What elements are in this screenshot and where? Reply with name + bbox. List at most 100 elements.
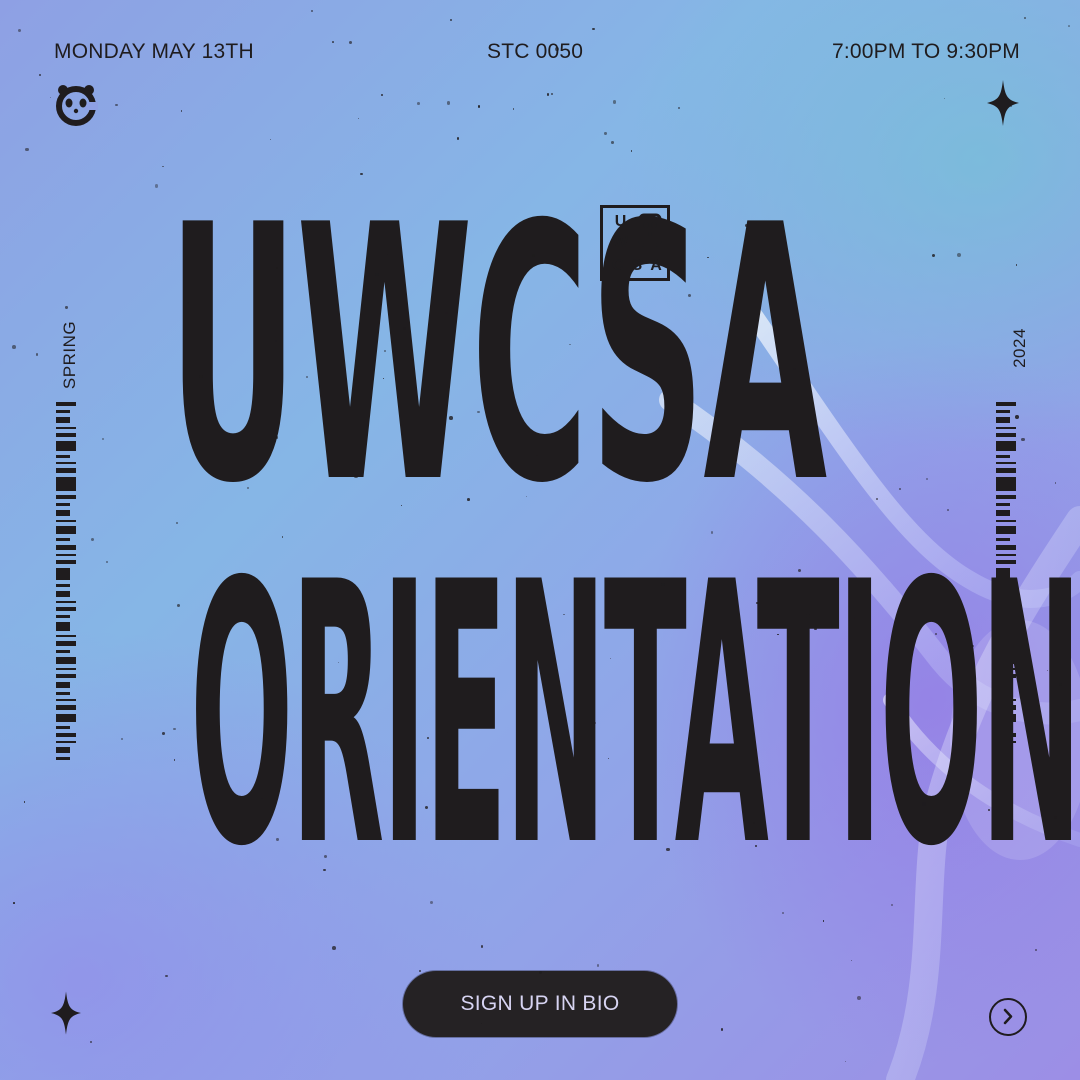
barcode-bar [56,714,76,722]
speck [409,582,413,585]
barcode-bar [56,607,76,611]
barcode-bar [56,455,70,458]
speck [357,118,360,120]
barcode-bar [996,441,1016,451]
barcode-bar [996,402,1016,406]
speck [655,363,660,368]
barcode-bar [56,477,76,491]
speck [490,812,492,814]
headline-line-2: ORIENTATION [190,506,1080,925]
speck [177,604,181,608]
speck [782,912,784,914]
barcode-bar [56,591,70,597]
barcode-bar [56,584,70,587]
badge-letter-w: W [612,233,629,251]
speck [121,738,124,741]
speck [181,110,183,112]
speck [875,497,878,500]
speck [898,487,902,491]
speck [247,487,249,489]
speck [331,945,336,950]
speck [39,74,42,77]
barcode-bar [56,468,76,473]
speck [531,253,535,257]
speck [604,132,607,135]
speck [276,838,279,841]
speck [13,902,15,904]
speck [23,801,25,803]
speck [115,103,119,107]
barcode-bar [996,427,1016,429]
barcode-bar [56,568,70,580]
barcode-bar [56,657,76,664]
speck [477,410,480,414]
barcode-bar [56,682,70,688]
barcode-bar [56,427,76,429]
sign-up-button[interactable]: SIGN UP IN BIO [403,971,677,1037]
speck [806,614,810,618]
speck [323,854,327,858]
barcode-bar [56,495,76,499]
speck [349,40,353,44]
speck [173,727,177,731]
barcode-bar [996,477,1016,491]
speck [802,737,806,742]
speck [310,10,314,13]
barcode-bar [56,641,76,646]
barcode-bar [56,692,70,695]
speck [456,137,460,141]
speck [957,252,961,257]
barcode-bar [996,495,1016,499]
barcode-bar [56,538,70,541]
event-date: MONDAY MAY 13TH [54,40,254,63]
speck [538,970,542,974]
barcode-bar [996,417,1010,423]
year-label: 2024 [1010,328,1030,368]
speck [35,353,39,356]
speck [49,96,52,99]
barcode-bar [56,601,76,603]
speck [101,437,105,441]
barcode-bar [56,741,76,743]
barcode-bar [56,510,70,516]
speck [25,147,29,151]
barcode-bar [996,468,1016,473]
speck [63,1005,65,1007]
barcode-bar [56,462,76,464]
speck [1021,437,1025,442]
barcode-bar [996,433,1016,437]
event-time: 7:00PM TO 9:30PM [831,40,1020,63]
speck [512,108,515,110]
speck [419,970,422,973]
speck [710,530,714,534]
badge-letter-u: U [614,212,627,230]
barcode-bar [56,503,70,506]
speck [435,814,439,818]
speck [275,436,279,439]
speck [480,945,484,948]
barcode-bar [56,650,70,653]
speck [270,139,272,141]
speck [1068,25,1071,27]
speck [323,868,326,872]
speck [777,633,779,635]
speck [89,1041,93,1044]
sparkle-icon [51,991,81,1035]
panda-logo-icon [56,85,98,126]
speck [402,326,406,330]
sparkle-icon [987,80,1019,126]
barcode-bar [56,699,76,701]
speck [161,732,165,736]
barcode-bar [56,726,70,729]
speck [162,165,164,168]
chevron-right-circle-icon[interactable] [989,998,1027,1036]
speck [931,253,935,257]
barcode-bar [56,705,76,710]
speck [424,805,428,809]
barcode-bar [56,747,70,753]
speck [417,102,421,106]
barcode-bar [56,554,76,556]
speck [687,294,691,298]
badge-letters-csa: CSA [606,253,664,275]
speck [382,377,385,379]
